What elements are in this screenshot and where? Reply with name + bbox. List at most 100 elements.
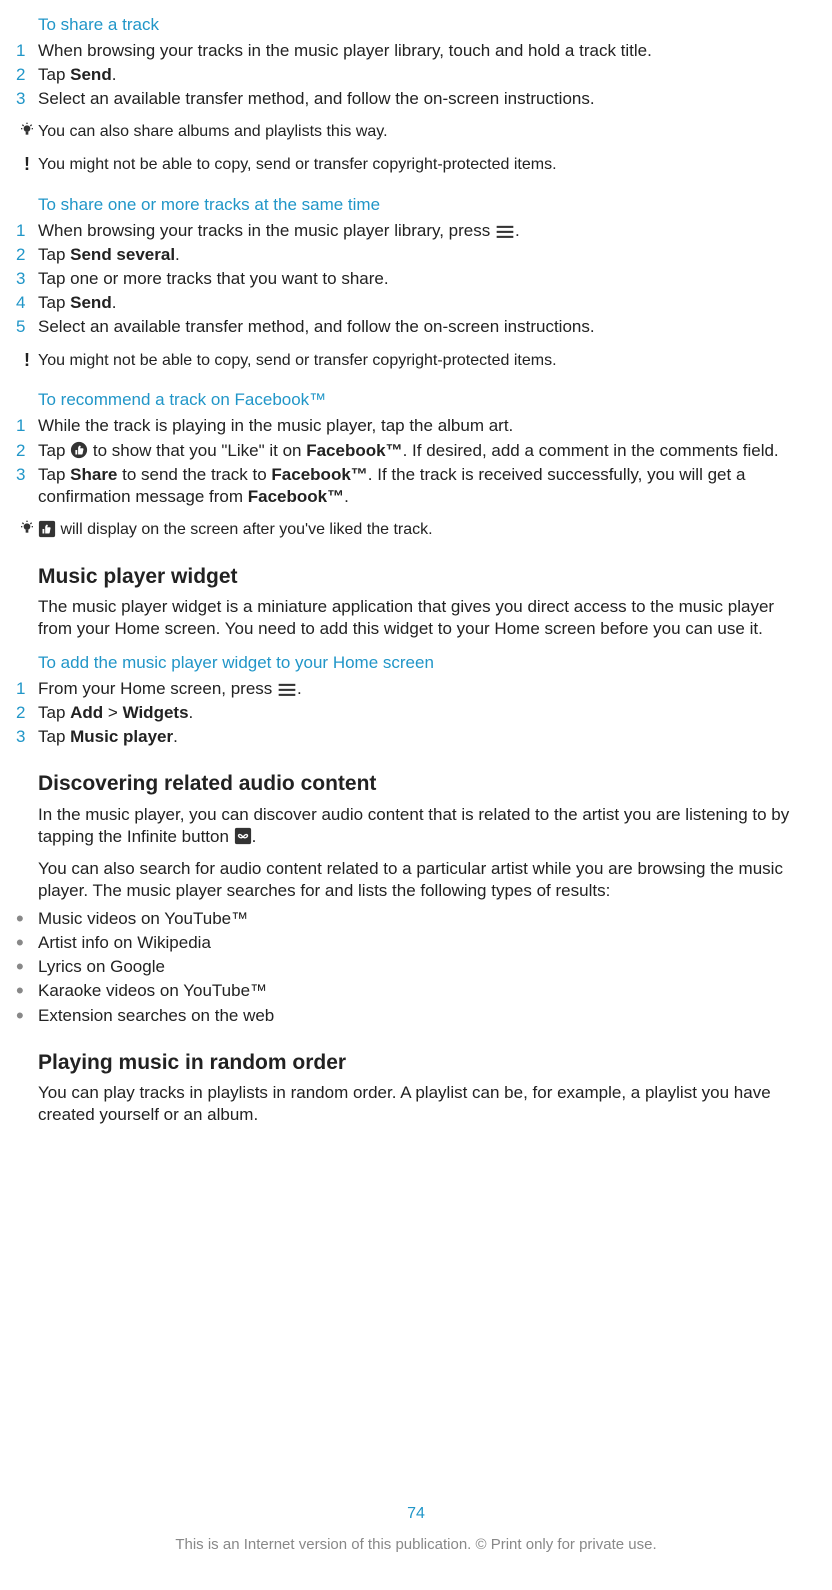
step-number: 1 xyxy=(16,415,38,437)
list-item: •Extension searches on the web xyxy=(16,1005,804,1027)
list-item: •Karaoke videos on YouTube™ xyxy=(16,980,804,1002)
text: . xyxy=(173,727,178,746)
bullet-text: Karaoke videos on YouTube™ xyxy=(38,980,804,1002)
text: Tap xyxy=(38,441,70,460)
lightbulb-icon xyxy=(16,520,38,536)
list-item: 1 While the track is playing in the musi… xyxy=(28,415,804,437)
step-number: 4 xyxy=(16,292,38,314)
list-item: 5 Select an available transfer method, a… xyxy=(28,316,804,338)
list-item: 4 Tap Send. xyxy=(28,292,804,314)
heading: Discovering related audio content xyxy=(38,770,804,797)
paragraph: You can play tracks in playlists in rand… xyxy=(38,1082,804,1126)
text: . xyxy=(175,245,180,264)
list-item: 1 When browsing your tracks in the music… xyxy=(28,40,804,62)
exclamation-icon: ! xyxy=(16,155,38,173)
text: Tap xyxy=(38,245,70,264)
thumbs-up-icon xyxy=(38,520,56,538)
section-title: To recommend a track on Facebook™ xyxy=(38,389,804,411)
tip-text: will display on the screen after you've … xyxy=(38,520,804,541)
bullet-icon: • xyxy=(16,980,38,1002)
step-text: When browsing your tracks in the music p… xyxy=(38,220,804,242)
step-text: Tap Send. xyxy=(38,64,804,86)
section-share-multi: To share one or more tracks at the same … xyxy=(28,194,804,371)
list-item: 3 Tap Share to send the track to Faceboo… xyxy=(28,464,804,508)
step-number: 1 xyxy=(16,678,38,700)
list-item: 2 Tap to show that you "Like" it on Face… xyxy=(28,440,804,462)
step-number: 3 xyxy=(16,726,38,748)
bullet-icon: • xyxy=(16,932,38,954)
text: to send the track to xyxy=(117,465,271,484)
bullet-icon: • xyxy=(16,956,38,978)
step-text: Select an available transfer method, and… xyxy=(38,316,804,338)
bullet-icon: • xyxy=(16,1005,38,1027)
text: When browsing your tracks in the music p… xyxy=(38,221,495,240)
bold: Add xyxy=(70,703,103,722)
section-discover: Discovering related audio content In the… xyxy=(28,770,804,1026)
warning-note: ! You might not be able to copy, send or… xyxy=(16,351,804,372)
text: From your Home screen, press xyxy=(38,679,277,698)
list-item: 1 When browsing your tracks in the music… xyxy=(28,220,804,242)
step-text: Select an available transfer method, and… xyxy=(38,88,804,110)
section-random: Playing music in random order You can pl… xyxy=(28,1049,804,1126)
bullet-icon: • xyxy=(16,908,38,930)
step-number: 3 xyxy=(16,88,38,110)
bold: Facebook™ xyxy=(306,441,402,460)
text: Tap xyxy=(38,465,70,484)
list-item: 3 Select an available transfer method, a… xyxy=(28,88,804,110)
paragraph: You can also search for audio content re… xyxy=(38,858,804,902)
step-text: Tap to show that you "Like" it on Facebo… xyxy=(38,440,804,462)
step-text: Tap one or more tracks that you want to … xyxy=(38,268,804,290)
bullet-text: Extension searches on the web xyxy=(38,1005,804,1027)
page-number: 74 xyxy=(0,1504,832,1525)
section-title: To share a track xyxy=(38,14,804,36)
section-title: To add the music player widget to your H… xyxy=(38,652,804,674)
section-music-widget: Music player widget The music player wid… xyxy=(28,563,804,749)
infinite-icon xyxy=(234,827,252,845)
tip-note: will display on the screen after you've … xyxy=(16,520,804,541)
step-text: From your Home screen, press . xyxy=(38,678,804,700)
text: Tap xyxy=(38,293,70,312)
bold: Music player xyxy=(70,727,173,746)
bold: Send several xyxy=(70,245,175,264)
exclamation-icon: ! xyxy=(16,351,38,369)
ordered-list: 1 When browsing your tracks in the music… xyxy=(28,220,804,338)
lightbulb-icon xyxy=(16,122,38,138)
heading: Playing music in random order xyxy=(38,1049,804,1076)
text: Tap xyxy=(38,65,70,84)
menu-icon xyxy=(495,223,515,239)
text: > xyxy=(103,703,122,722)
warning-text: You might not be able to copy, send or t… xyxy=(38,351,804,372)
bullet-list: •Music videos on YouTube™ •Artist info o… xyxy=(16,908,804,1026)
list-item: •Artist info on Wikipedia xyxy=(16,932,804,954)
bold: Facebook™ xyxy=(271,465,367,484)
list-item: 1 From your Home screen, press . xyxy=(28,678,804,700)
step-text: Tap Share to send the track to Facebook™… xyxy=(38,464,804,508)
list-item: 2 Tap Send. xyxy=(28,64,804,86)
step-text: Tap Music player. xyxy=(38,726,804,748)
step-number: 2 xyxy=(16,440,38,462)
text: . xyxy=(252,827,257,846)
bold: Send xyxy=(70,293,112,312)
step-number: 1 xyxy=(16,220,38,242)
text: Tap xyxy=(38,727,70,746)
menu-icon xyxy=(277,681,297,697)
ordered-list: 1 When browsing your tracks in the music… xyxy=(28,40,804,110)
text: . xyxy=(297,679,302,698)
bold: Widgets xyxy=(123,703,189,722)
bold: Share xyxy=(70,465,117,484)
list-item: 3 Tap Music player. xyxy=(28,726,804,748)
step-text: Tap Send several. xyxy=(38,244,804,266)
step-text: Tap Send. xyxy=(38,292,804,314)
list-item: 2 Tap Send several. xyxy=(28,244,804,266)
text: . xyxy=(112,293,117,312)
step-number: 3 xyxy=(16,464,38,486)
paragraph: The music player widget is a miniature a… xyxy=(38,596,804,640)
section-recommend-facebook: To recommend a track on Facebook™ 1 Whil… xyxy=(28,389,804,540)
step-text: When browsing your tracks in the music p… xyxy=(38,40,804,62)
heading: Music player widget xyxy=(38,563,804,590)
text: . xyxy=(189,703,194,722)
step-number: 2 xyxy=(16,702,38,724)
footer-text: This is an Internet version of this publ… xyxy=(0,1535,832,1555)
list-item: •Music videos on YouTube™ xyxy=(16,908,804,930)
ordered-list: 1 From your Home screen, press . 2 Tap A… xyxy=(28,678,804,748)
